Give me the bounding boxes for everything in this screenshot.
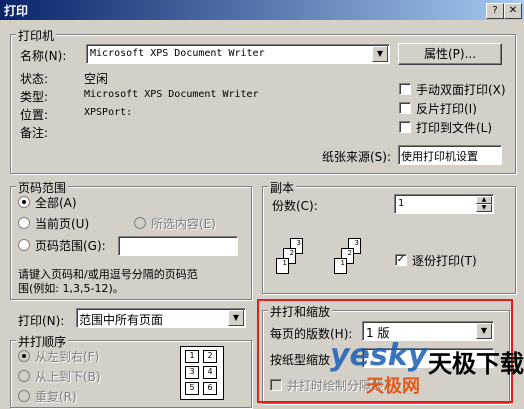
watermark-brand: yesky	[330, 338, 428, 373]
print-what-select[interactable]: 范围中所有页面 ▼	[76, 308, 246, 328]
where-value: XPSPort:	[84, 107, 133, 118]
chevron-down-icon[interactable]: ▼	[372, 46, 388, 62]
page-icon: 1	[276, 258, 289, 274]
paper-source-select[interactable]: 使用打印机设置	[398, 145, 502, 165]
printer-name-value: Microsoft XPS Document Writer	[90, 48, 265, 59]
print-what-label: 打印(N):	[18, 314, 65, 328]
manual-duplex-label: 手动双面打印(X)	[416, 83, 506, 97]
order-cell: 4	[203, 366, 217, 379]
copies-count-label: 份数(C):	[272, 199, 318, 213]
page-range-pages-label: 页码范围(G):	[35, 239, 106, 253]
close-button[interactable]: ✕	[504, 3, 522, 19]
order-repeat-radio[interactable]	[18, 390, 30, 402]
page-range-selection-label: 所选内容(E)	[151, 217, 216, 231]
printer-name-label: 名称(N):	[20, 49, 67, 63]
copies-count-input[interactable]: 1 ▲ ▼	[394, 194, 494, 214]
order-left-right-radio[interactable]	[18, 350, 30, 362]
comment-label: 备注:	[20, 126, 49, 140]
status-label: 状态:	[20, 72, 49, 86]
page-range-input[interactable]	[118, 236, 238, 256]
print-to-file-checkbox[interactable]	[399, 121, 411, 133]
reverse-print-checkbox[interactable]	[399, 102, 411, 114]
order-repeat-label: 重复(R)	[35, 390, 77, 404]
page-range-current-radio[interactable]	[18, 217, 30, 229]
watermark-cn1: 天极下载	[428, 350, 524, 378]
print-to-file-label: 打印到文件(L)	[416, 121, 493, 135]
where-label: 位置:	[20, 108, 49, 122]
order-preview: 1 2 3 4 5 6	[180, 346, 224, 400]
page-range-hint-2: 围(例如: 1,3,5-12)。	[18, 282, 124, 295]
chevron-down-icon[interactable]: ▼	[228, 310, 244, 326]
type-value: Microsoft XPS Document Writer	[84, 89, 259, 100]
order-cell: 5	[185, 382, 199, 395]
order-cell: 3	[185, 366, 199, 379]
order-cell: 1	[185, 350, 199, 363]
copies-count-value: 1	[398, 198, 405, 209]
collate-pages-icon-2: 3 2 1	[332, 238, 372, 288]
page-range-pages-radio[interactable]	[18, 239, 30, 251]
manual-duplex-checkbox[interactable]	[399, 83, 411, 95]
page-range-current-label: 当前页(U)	[35, 217, 90, 231]
printer-name-select[interactable]: Microsoft XPS Document Writer ▼	[86, 44, 390, 64]
print-what-value: 范围中所有页面	[79, 313, 164, 327]
paper-source-value: 使用打印机设置	[401, 150, 478, 163]
help-button[interactable]: ?	[486, 3, 504, 19]
printer-group-label: 打印机	[16, 27, 57, 44]
type-label: 类型:	[20, 90, 49, 104]
paper-source-label: 纸张来源(S):	[322, 150, 392, 164]
watermark-logo: yesky 天极下载 天极网	[330, 338, 524, 404]
status-value: 空闲	[84, 72, 109, 86]
watermark-cn2: 天极网	[366, 376, 420, 397]
page-range-selection-radio[interactable]	[134, 217, 146, 229]
reverse-print-label: 反片打印(I)	[416, 102, 477, 116]
collate-label: 逐份打印(T)	[412, 254, 477, 268]
collate-pages-icon-1: 3 2 1	[274, 238, 314, 288]
order-top-bottom-radio[interactable]	[18, 370, 30, 382]
order-cell: 6	[203, 382, 217, 395]
order-top-bottom-label: 从上到下(B)	[35, 370, 101, 384]
window-title: 打印	[4, 4, 29, 18]
title-bar: 打印 ? ✕	[0, 0, 524, 20]
spin-up-icon[interactable]: ▲	[476, 196, 492, 204]
spin-down-icon[interactable]: ▼	[476, 204, 492, 212]
copies-group-label: 副本	[268, 179, 297, 196]
page-icon: 1	[334, 258, 347, 274]
order-cell: 2	[203, 350, 217, 363]
page-range-all-label: 全部(A)	[35, 196, 77, 210]
order-left-right-label: 从左到右(F)	[35, 350, 100, 364]
page-range-all-radio[interactable]	[18, 196, 30, 208]
properties-button[interactable]: 属性(P)...	[398, 43, 502, 65]
collate-checkbox[interactable]: ✓	[395, 254, 407, 266]
